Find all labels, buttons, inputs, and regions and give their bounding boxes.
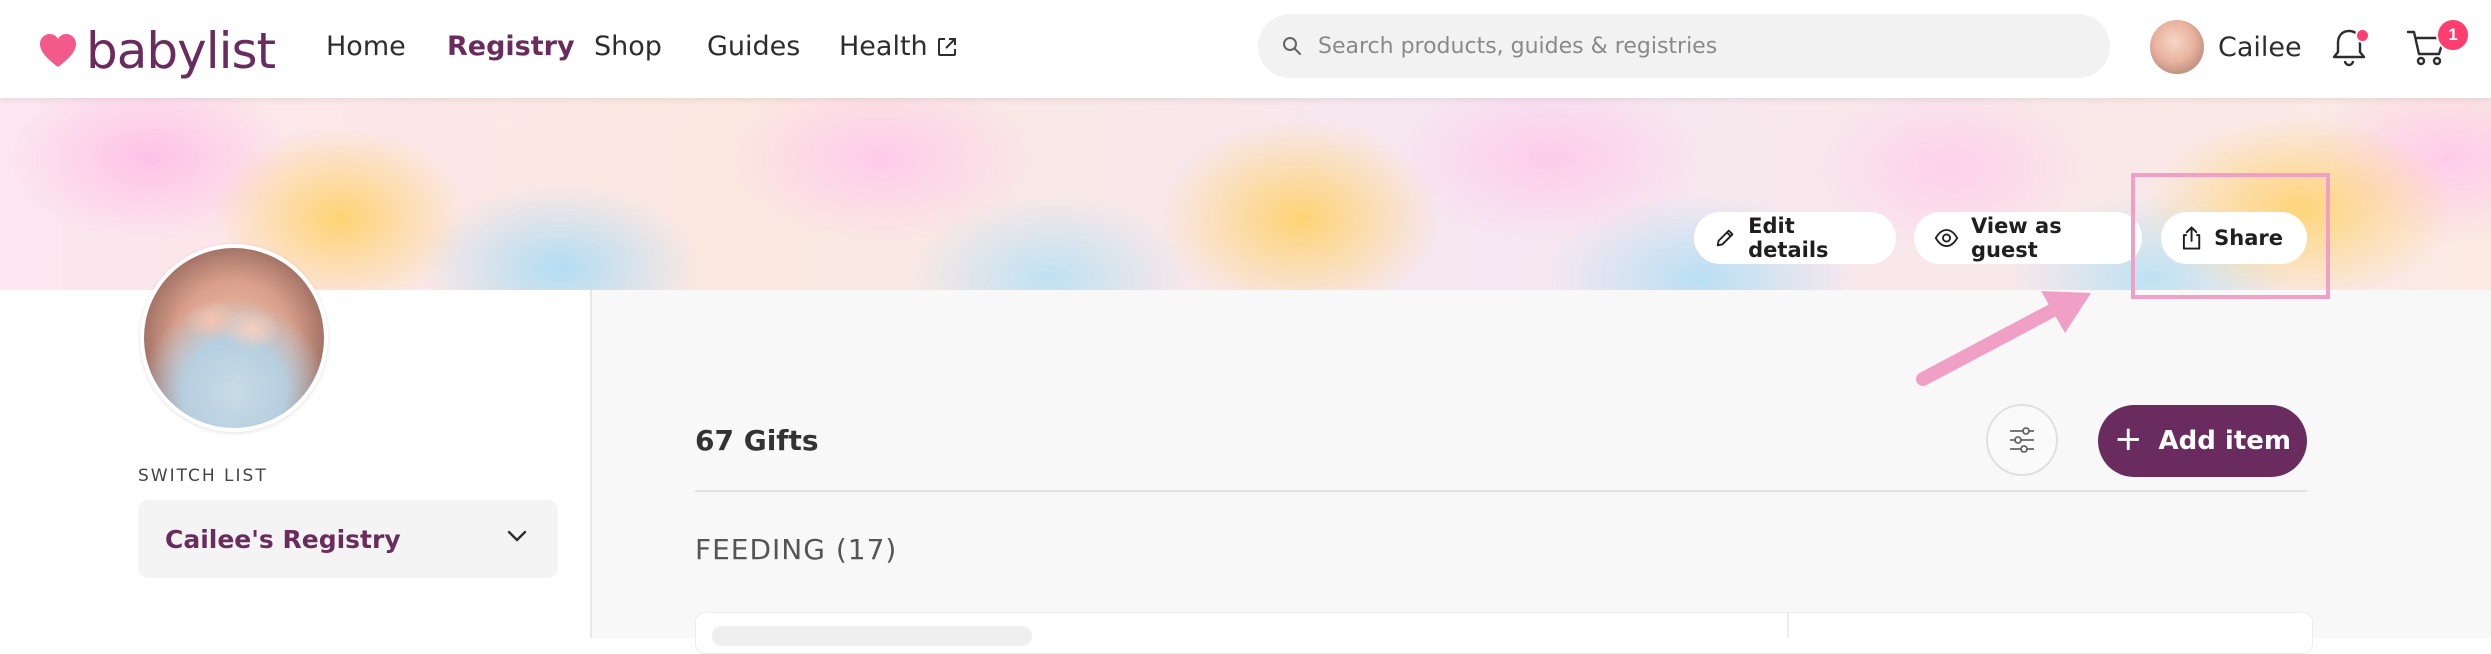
gifts-count: 67 Gifts — [695, 424, 819, 457]
add-item-button[interactable]: + Add item — [2098, 405, 2307, 477]
user-name: Cailee — [2218, 31, 2302, 63]
nav-link-shop[interactable]: Shop — [594, 31, 662, 62]
view-as-guest-label: View as guest — [1970, 214, 2062, 262]
cart-count-badge: 1 — [2436, 18, 2470, 52]
registry-profile-photo[interactable] — [140, 244, 328, 432]
notification-dot — [2355, 28, 2370, 43]
switch-list-label: SWITCH LIST — [138, 466, 268, 486]
search-icon — [1283, 37, 1301, 55]
plus-icon: + — [2114, 419, 2143, 459]
category-heading: FEEDING (17) — [695, 533, 898, 566]
notifications-button[interactable] — [2330, 26, 2370, 73]
nav-link-guides[interactable]: Guides — [707, 31, 800, 62]
user-menu[interactable]: Cailee — [2150, 20, 2302, 74]
add-item-label: Add item — [2158, 426, 2291, 456]
nav-link-health[interactable]: Health — [839, 31, 958, 62]
pencil-icon — [1716, 229, 1734, 247]
card-divider — [1787, 612, 1789, 638]
heart-logo-icon — [40, 34, 76, 67]
edit-details-button[interactable]: Edit details — [1694, 212, 1896, 264]
selected-list-name: Cailee's Registry — [165, 524, 401, 554]
edit-details-label: Edit details — [1748, 214, 1829, 262]
search-input[interactable] — [1316, 32, 2080, 60]
card-placeholder — [712, 626, 1032, 646]
sliders-icon — [2010, 427, 2034, 453]
external-link-icon — [937, 37, 956, 56]
babylist-logo[interactable]: babylist — [38, 22, 276, 80]
top-nav: babylist Home Registry Shop Guides Healt… — [0, 0, 2491, 98]
filter-button[interactable] — [1986, 404, 2058, 476]
profile-photo-image — [144, 248, 324, 428]
search-bar[interactable] — [1258, 14, 2110, 78]
view-as-guest-button[interactable]: View as guest — [1914, 212, 2142, 264]
nav-link-home[interactable]: Home — [326, 31, 406, 62]
eye-icon — [1934, 229, 1959, 247]
nav-link-health-label: Health — [839, 31, 928, 62]
nav-link-registry[interactable]: Registry — [447, 31, 575, 62]
annotation-arrow-icon — [1916, 291, 2091, 386]
share-highlight-box — [2131, 173, 2330, 299]
logo-wordmark: babylist — [86, 22, 276, 80]
switch-list-dropdown[interactable]: Cailee's Registry — [138, 500, 558, 578]
section-divider — [695, 490, 2307, 492]
avatar — [2150, 20, 2204, 74]
chevron-down-icon — [507, 530, 527, 542]
cart-button[interactable]: 1 — [2406, 18, 2470, 73]
